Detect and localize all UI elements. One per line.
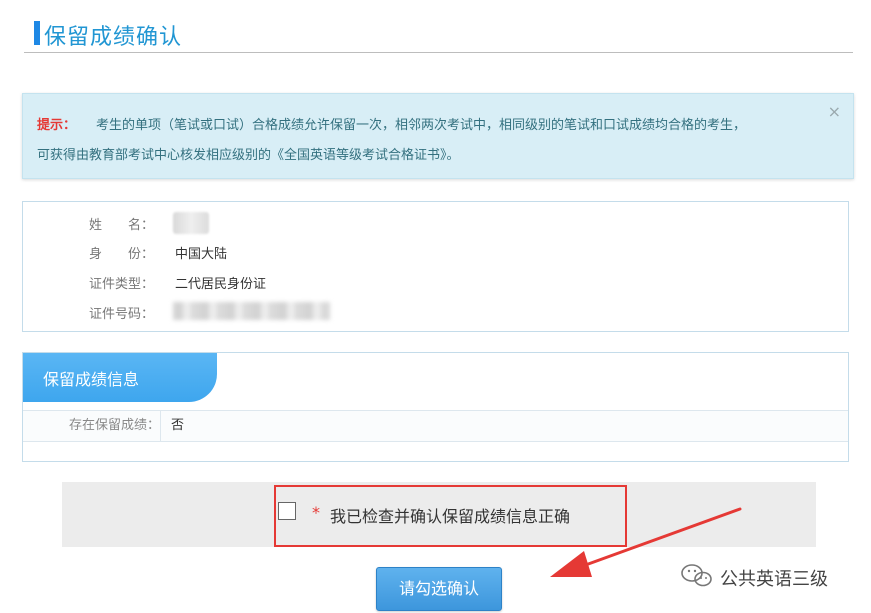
required-mark: * [312, 503, 320, 522]
id-number-label: 证件号码： [89, 307, 155, 322]
confirm-checkbox[interactable] [278, 502, 296, 520]
confirm-checkbox-label[interactable]: 我已检查并确认保留成绩信息正确 [330, 503, 570, 527]
score-section-tab: 保留成绩信息 [23, 353, 217, 402]
alert-line-1: 提示： 考生的单项（笔试或口试）合格成绩允许保留一次，相邻两次考试中，相同级别的笔… [37, 114, 746, 133]
name-label: 姓 名： [89, 218, 155, 233]
alert-text-2: 可获得由教育部考试中心核发相应级别的《全国英语等级考试合格证书》。 [37, 148, 460, 163]
tip-alert: 提示： 考生的单项（笔试或口试）合格成绩允许保留一次，相邻两次考试中，相同级别的笔… [22, 93, 854, 179]
identity-label: 身 份： [89, 247, 155, 262]
annotation-arrow-icon [550, 507, 742, 577]
id-number-redacted [173, 302, 330, 320]
page-title: 保留成绩确认 [44, 25, 183, 50]
identity-value: 中国大陆 [175, 247, 228, 262]
name-value-redacted [173, 212, 209, 234]
watermark-text: 公共英语三级 [720, 569, 828, 590]
retained-score-label: 存在保留成绩： [23, 411, 161, 441]
confirm-submit-button[interactable]: 请勾选确认 [376, 567, 502, 611]
id-type-value: 二代居民身份证 [175, 277, 267, 292]
score-section-title: 保留成绩信息 [43, 370, 140, 389]
personal-info-panel: 姓 名： 身 份： 中国大陆 证件类型： 二代居民身份证 证件号码： [22, 201, 849, 332]
retained-score-value: 否 [171, 418, 185, 433]
title-accent-bar [34, 21, 40, 45]
alert-text-1: 考生的单项（笔试或口试）合格成绩允许保留一次，相邻两次考试中，相同级别的笔试和口… [96, 118, 747, 133]
page-header: 保留成绩确认 [24, 16, 853, 53]
close-icon[interactable]: × [828, 102, 841, 121]
id-type-label: 证件类型： [89, 277, 155, 292]
retained-score-row: 存在保留成绩： 否 [23, 410, 848, 442]
wechat-icon [681, 564, 712, 587]
alert-prefix: 提示： [37, 118, 77, 133]
score-info-panel: 保留成绩信息 存在保留成绩： 否 [22, 352, 849, 462]
watermark: 公共英语三级 [680, 562, 828, 592]
